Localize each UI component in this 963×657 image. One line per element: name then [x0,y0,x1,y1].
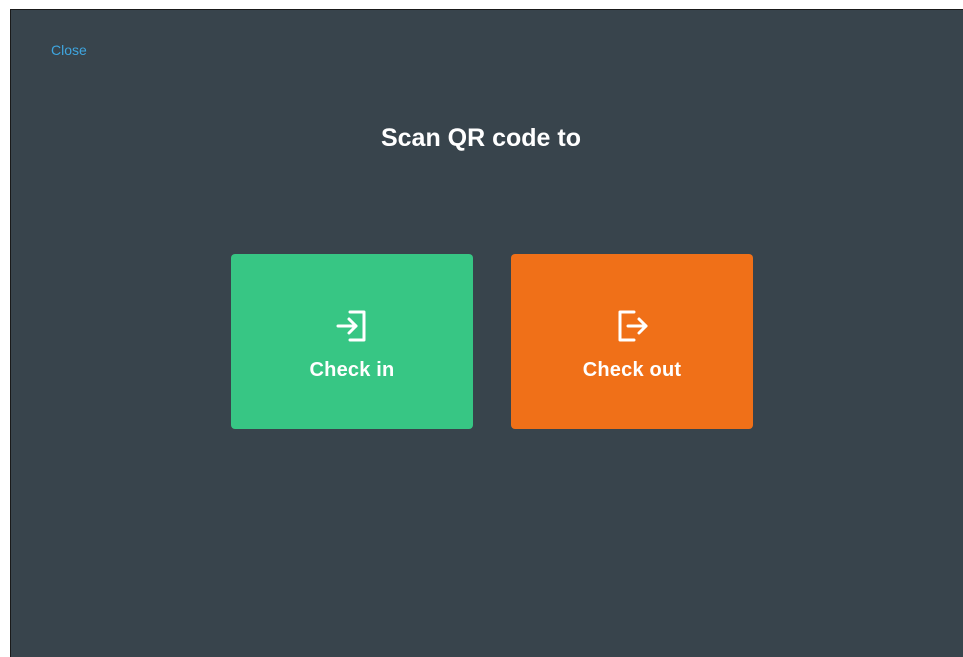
close-button[interactable]: Close [51,41,87,59]
check-out-label: Check out [582,358,682,381]
page-title: Scan QR code to [380,124,582,152]
check-out-button[interactable]: Check out [511,254,753,429]
check-in-button[interactable]: Check in [231,254,473,429]
scan-screen: Close Scan QR code to Check in Check out [10,9,963,657]
check-in-label: Check in [309,358,395,381]
check-in-icon [336,310,366,341]
check-out-icon [618,310,648,341]
